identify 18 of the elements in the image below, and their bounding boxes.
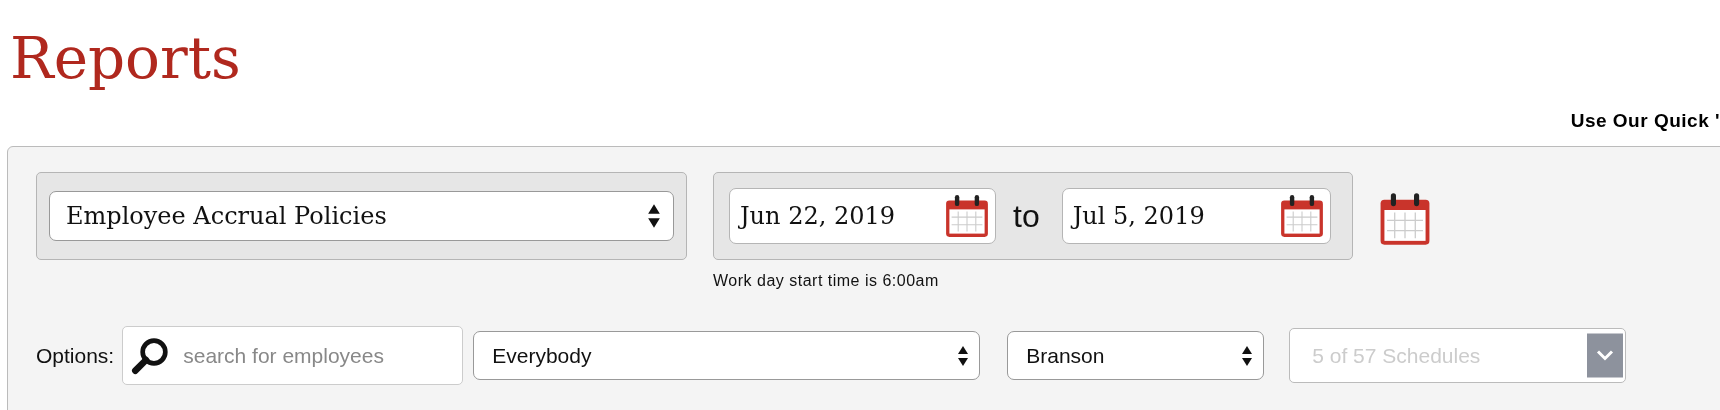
location-select[interactable]: Branson [1007,331,1265,380]
page-title: Reports [10,23,241,94]
options-label: Options: [36,343,115,368]
work-day-note: Work day start time is 6:00am [713,272,940,290]
calendar-icon [1279,194,1324,238]
employee-select[interactable]: Everybody [473,331,981,380]
quick-link[interactable]: Use Our Quick ' [1570,110,1720,132]
chevron-down-icon [1587,333,1624,378]
calendar-icon [945,194,989,238]
report-select[interactable]: Employee Accrual Policies [49,191,674,241]
updown-arrows-icon [647,203,661,229]
end-date-field[interactable]: Jul 5, 2019 [1061,188,1331,244]
to-label: to [1013,197,1040,235]
updown-arrows-icon [1241,344,1254,367]
calendar-icon[interactable] [1379,192,1431,246]
start-date-field[interactable]: Jun 22, 2019 [729,188,996,244]
search-field[interactable]: search for employees [122,326,464,385]
updown-arrows-icon [957,344,970,367]
